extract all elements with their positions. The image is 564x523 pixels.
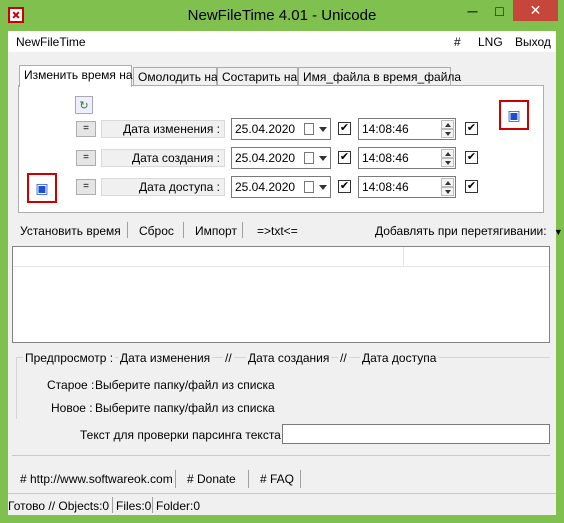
status-bar: Готово // Objects:0 Files:0 Folder:0 <box>8 495 556 515</box>
tab-filename-to-time[interactable]: Имя_файла в время_файла <box>298 67 461 86</box>
toolbar-separator <box>127 222 128 238</box>
eq-button-created[interactable]: = <box>76 150 96 166</box>
label-accessed: Дата доступа : <box>101 178 225 196</box>
maximize-button[interactable]: □ <box>486 0 513 21</box>
eq-button-accessed[interactable]: = <box>76 179 96 195</box>
link-separator <box>175 470 176 488</box>
import-button[interactable]: Импорт <box>195 224 237 238</box>
menu-newfiletime[interactable]: NewFileTime <box>16 35 86 49</box>
file-list[interactable] <box>12 246 550 343</box>
time-modified-field[interactable]: 14:08:46 <box>358 118 456 140</box>
status-folder: Folder:0 <box>156 499 201 513</box>
website-link[interactable]: # http://www.softwareok.com <box>20 472 173 486</box>
time-created-value: 14:08:46 <box>362 151 409 165</box>
time-up-icon[interactable] <box>441 149 454 158</box>
parse-input[interactable] <box>282 424 550 444</box>
old-value: Выберите папку/файл из списка <box>95 378 275 392</box>
time-modified-checkbox[interactable]: ✔ <box>465 122 478 135</box>
title-bar: NewFileTime 4.01 - Unicode ─ □ ✕ <box>0 0 564 31</box>
chevron-down-icon[interactable] <box>319 156 327 161</box>
drag-target-top-icon[interactable]: ▣ <box>499 100 529 130</box>
action-toolbar: Установить время Сброс Импорт =>txt<= До… <box>18 219 563 243</box>
reset-button[interactable]: Сброс <box>139 224 174 238</box>
link-bar: # http://www.softwareok.com # Donate # F… <box>12 463 552 493</box>
menu-bar: NewFileTime # LNG Выход <box>8 31 556 52</box>
new-label: Новое : <box>51 401 93 415</box>
list-header <box>13 247 549 267</box>
eq-button-modified[interactable]: = <box>76 121 96 137</box>
time-accessed-value: 14:08:46 <box>362 180 409 194</box>
tab-change-time[interactable]: Изменить время на <box>19 65 133 87</box>
time-down-icon[interactable] <box>441 187 454 196</box>
date-created-field[interactable]: 25.04.2020 <box>231 147 331 169</box>
drag-target-left-icon[interactable]: ▣ <box>27 173 57 203</box>
divider <box>8 493 556 494</box>
refresh-icon[interactable]: ↻ <box>75 96 93 114</box>
status-files: Files:0 <box>116 499 152 513</box>
calendar-icon[interactable] <box>304 123 314 135</box>
date-modified-checkbox[interactable]: ✔ <box>338 122 351 135</box>
time-accessed-checkbox[interactable]: ✔ <box>465 180 478 193</box>
close-button[interactable]: ✕ <box>513 0 558 21</box>
new-value: Выберите папку/файл из списка <box>95 401 275 415</box>
menu-hash[interactable]: # <box>454 35 461 49</box>
chevron-down-icon[interactable] <box>319 185 327 190</box>
date-accessed-checkbox[interactable]: ✔ <box>338 180 351 193</box>
tab-age[interactable]: Состарить на <box>217 67 298 86</box>
donate-link[interactable]: # Donate <box>187 472 236 486</box>
menu-exit[interactable]: Выход <box>515 35 551 49</box>
time-down-icon[interactable] <box>441 158 454 167</box>
add-on-drag-dropdown[interactable]: Добавлять при перетягивании: ▼ <box>375 224 563 238</box>
time-created-checkbox[interactable]: ✔ <box>465 151 478 164</box>
preview-col-accessed: Дата доступа <box>360 351 439 365</box>
time-created-field[interactable]: 14:08:46 <box>358 147 456 169</box>
set-time-button[interactable]: Установить время <box>20 224 121 238</box>
app-window: NewFileTime 4.01 - Unicode ─ □ ✕ NewFile… <box>0 0 564 523</box>
txt-button[interactable]: =>txt<= <box>257 224 298 238</box>
toolbar-separator <box>242 222 243 238</box>
time-up-icon[interactable] <box>441 178 454 187</box>
client-area: NewFileTime # LNG Выход Изменить время н… <box>8 31 563 515</box>
add-on-drag-label: Добавлять при перетягивании: <box>375 224 547 238</box>
link-separator <box>248 470 249 488</box>
preview-col-created: Дата создания <box>246 351 332 365</box>
status-separator <box>152 497 153 513</box>
chevron-down-icon: ▼ <box>553 227 563 237</box>
date-accessed-value: 25.04.2020 <box>235 180 296 194</box>
preview-sep: // <box>223 351 234 365</box>
calendar-icon[interactable] <box>304 152 314 164</box>
minimize-button[interactable]: ─ <box>459 0 486 21</box>
divider <box>12 455 550 456</box>
preview-group: Предпросмотр : Дата изменения // Дата со… <box>16 351 550 419</box>
label-modified: Дата изменения : <box>101 120 225 138</box>
date-modified-field[interactable]: 25.04.2020 <box>231 118 331 140</box>
tab-rejuvenate[interactable]: Омолодить на <box>133 67 218 86</box>
preview-col-modified: Дата изменения <box>118 351 213 365</box>
preview-title: Предпросмотр : <box>23 351 116 365</box>
date-created-value: 25.04.2020 <box>235 151 296 165</box>
menu-lng[interactable]: LNG <box>478 35 503 49</box>
label-created: Дата создания : <box>101 149 225 167</box>
status-separator <box>112 497 113 513</box>
date-modified-value: 25.04.2020 <box>235 122 296 136</box>
chevron-down-icon[interactable] <box>319 127 327 132</box>
preview-sep: // <box>338 351 349 365</box>
calendar-icon[interactable] <box>304 181 314 193</box>
date-created-checkbox[interactable]: ✔ <box>338 151 351 164</box>
time-accessed-field[interactable]: 14:08:46 <box>358 176 456 198</box>
column-separator[interactable] <box>403 247 404 267</box>
toolbar-separator <box>183 222 184 238</box>
date-accessed-field[interactable]: 25.04.2020 <box>231 176 331 198</box>
time-down-icon[interactable] <box>441 129 454 138</box>
status-ready: Готово // Objects:0 <box>8 499 110 513</box>
link-separator <box>300 470 301 488</box>
old-label: Старое : <box>47 378 95 392</box>
tab-panel: ↻ ▣ ▣ = Дата изменения : 25.04.2020 ✔ 14… <box>18 85 544 213</box>
faq-link[interactable]: # FAQ <box>260 472 294 486</box>
time-up-icon[interactable] <box>441 120 454 129</box>
time-modified-value: 14:08:46 <box>362 122 409 136</box>
